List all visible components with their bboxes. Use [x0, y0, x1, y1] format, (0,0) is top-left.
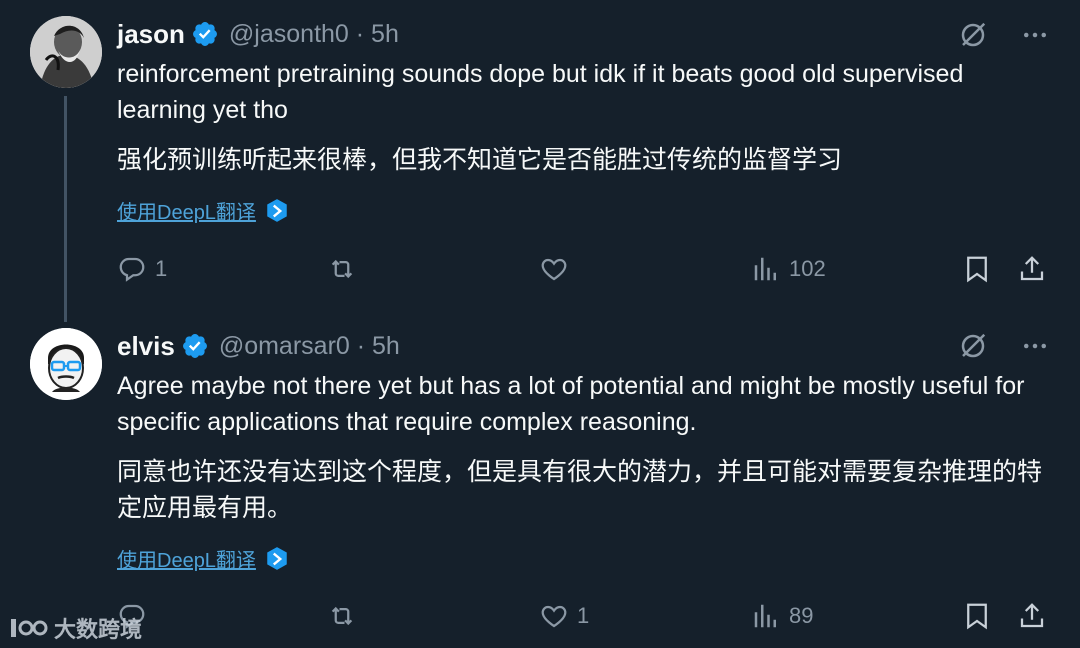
watermark-text: 大数跨境: [54, 617, 143, 642]
views-count: 102: [789, 256, 826, 281]
bookmark-icon: [967, 256, 987, 283]
reply-count: 1: [155, 256, 168, 281]
verified-badge-icon: [182, 334, 207, 358]
views-button[interactable]: 102: [751, 249, 826, 289]
share-icon: [1020, 603, 1044, 628]
handle-and-time[interactable]: @omarsar0 · 5h: [219, 332, 400, 361]
views-count: 89: [789, 603, 814, 628]
tweet-actions: 1 102: [117, 249, 1047, 289]
tweet-actions: 1 89: [117, 596, 1047, 636]
like-count: 1: [577, 603, 590, 628]
like-icon: [541, 258, 567, 281]
translate-label[interactable]: 使用DeepL翻译: [117, 544, 256, 573]
translate-label[interactable]: 使用DeepL翻译: [117, 196, 256, 225]
grok-icon[interactable]: [958, 20, 988, 50]
reply-icon: [119, 257, 145, 282]
deepl-icon: [267, 546, 287, 570]
translate-link[interactable]: 使用DeepL翻译: [117, 544, 290, 573]
deepl-icon: [267, 198, 287, 222]
like-icon: [541, 605, 567, 628]
views-button[interactable]: 89: [751, 596, 813, 636]
watermark: 大数跨境: [8, 612, 142, 644]
like-button[interactable]: 1: [539, 596, 589, 636]
share-button[interactable]: [1017, 596, 1047, 636]
retweet-icon: [331, 606, 353, 626]
more-icon[interactable]: [1020, 20, 1050, 50]
bookmark-button[interactable]: [962, 249, 992, 289]
bookmark-button[interactable]: [962, 596, 992, 636]
avatar[interactable]: [30, 16, 102, 88]
tweet-text-en: reinforcement pretraining sounds dope bu…: [117, 60, 964, 124]
views-icon: [754, 257, 776, 281]
translate-link[interactable]: 使用DeepL翻译: [117, 196, 290, 225]
display-name[interactable]: jason: [117, 19, 185, 50]
share-icon: [1020, 256, 1044, 281]
bookmark-icon: [967, 603, 987, 630]
tweet-text-zh: 同意也许还没有达到这个程度，但是具有很大的潜力，并且可能对需要复杂推理的特定应用…: [117, 458, 1043, 522]
retweet-button[interactable]: [327, 596, 357, 636]
tweet-jason[interactable]: jason @jasonth0 · 5h reinforcement pretr…: [0, 0, 1080, 322]
more-icon[interactable]: [1020, 331, 1050, 361]
views-icon: [754, 604, 776, 628]
avatar-image: [30, 16, 102, 88]
retweet-icon: [331, 259, 353, 279]
avatar-image: [30, 328, 102, 400]
tweet-text-zh: 强化预训练听起来很棒，但我不知道它是否能胜过传统的监督学习: [117, 146, 843, 174]
watermark-logo-icon: [11, 619, 48, 637]
retweet-button[interactable]: [327, 249, 357, 289]
avatar[interactable]: [30, 328, 102, 400]
tweet-elvis[interactable]: elvis @omarsar0 · 5h Agree maybe not the…: [0, 322, 1080, 648]
like-button[interactable]: [539, 249, 569, 289]
handle-and-time[interactable]: @jasonth0 · 5h: [229, 20, 399, 49]
share-button[interactable]: [1017, 249, 1047, 289]
grok-icon[interactable]: [958, 331, 988, 361]
verified-badge-icon: [192, 22, 217, 46]
display-name[interactable]: elvis: [117, 331, 175, 362]
tweet-text-en: Agree maybe not there yet but has a lot …: [117, 372, 1025, 436]
reply-button[interactable]: 1: [117, 249, 167, 289]
